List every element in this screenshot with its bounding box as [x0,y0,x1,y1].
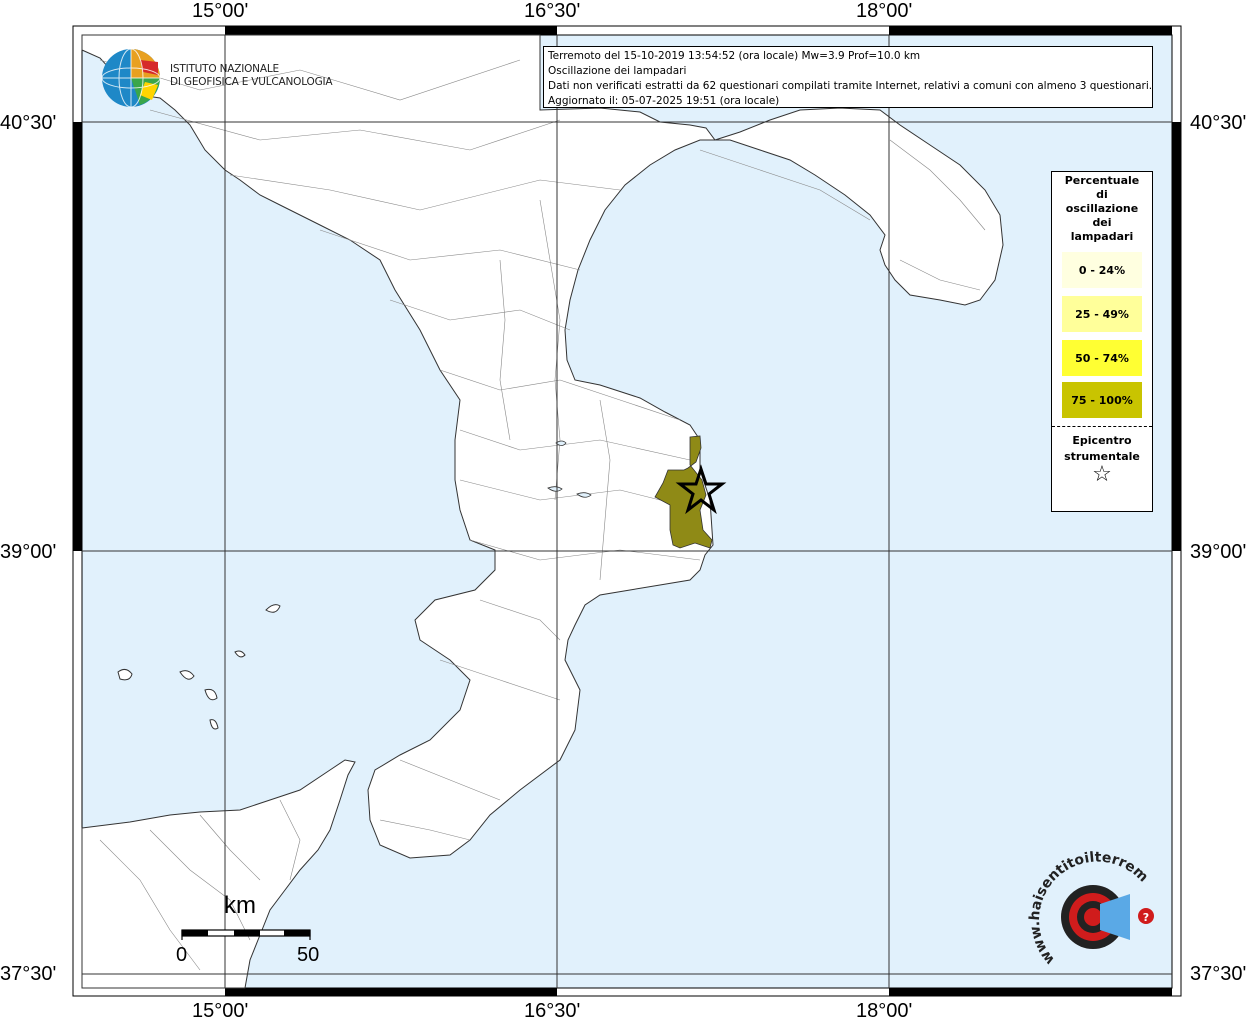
scale-min-label: 0 [176,944,188,966]
legend-star-icon: ☆ [1092,462,1112,487]
legend-title-line-2: di [1096,188,1108,201]
legend-class-2: 50 - 74% [1062,340,1142,376]
lon-label-top-2: 16°30' [524,0,581,22]
legend-epicenter-line-1: Epicentro [1072,434,1132,447]
legend-separator [1052,426,1152,427]
legend-epicenter: Epicentro strumentale ☆ [1052,433,1152,487]
event-info-box: Terremoto del 15-10-2019 13:54:52 (ora l… [543,46,1153,108]
legend-class-1: 25 - 49% [1062,296,1142,332]
ingv-logo-text: ISTITUTO NAZIONALE DI GEOFISICA E VULCAN… [170,63,333,89]
legend-title-line-3: oscillazione [1065,202,1139,215]
lat-label-right-3: 37°30' [1190,963,1247,985]
data-note: Dati non verificati estratti da 62 quest… [548,80,1153,92]
lon-label-bottom-1: 15°00' [192,1000,249,1022]
lon-label-top-3: 18°00' [856,0,913,22]
ingv-logo-icon [101,48,161,108]
lon-label-bottom-3: 18°00' [856,1000,913,1022]
scale-title: km [224,892,256,919]
legend-title-line-1: Percentuale [1064,174,1140,187]
lat-label-left-3: 37°30' [0,963,57,985]
legend-class-0: 0 - 24% [1062,252,1142,288]
map-subject: Oscillazione dei lampadari [548,65,687,77]
legend: Percentuale di oscillazione dei lampadar… [1051,171,1153,512]
legend-title: Percentuale di oscillazione dei lampadar… [1052,174,1152,244]
lat-label-left-1: 40°30' [0,112,57,134]
lat-label-right-2: 39°00' [1190,541,1247,563]
lon-label-top-1: 15°00' [192,0,249,22]
ingv-line-1: ISTITUTO NAZIONALE [170,63,279,75]
lat-label-right-1: 40°30' [1190,112,1247,134]
legend-class-3: 75 - 100% [1062,382,1142,418]
updated-at: Aggiornato il: 05-07-2025 19:51 (ora loc… [548,95,780,107]
lon-label-bottom-2: 16°30' [524,1000,581,1022]
legend-title-line-5: lampadari [1070,230,1134,243]
intensity-map: ? www.haisentitoilterremoto.it [0,0,1182,997]
lat-label-left-2: 39°00' [0,541,57,563]
legend-title-line-4: dei [1092,216,1112,229]
scale-max-label: 50 [297,944,320,966]
svg-text:?: ? [1143,911,1149,924]
ingv-line-2: DI GEOFISICA E VULCANOLOGIA [170,76,333,88]
event-title: Terremoto del 15-10-2019 13:54:52 (ora l… [548,50,921,62]
